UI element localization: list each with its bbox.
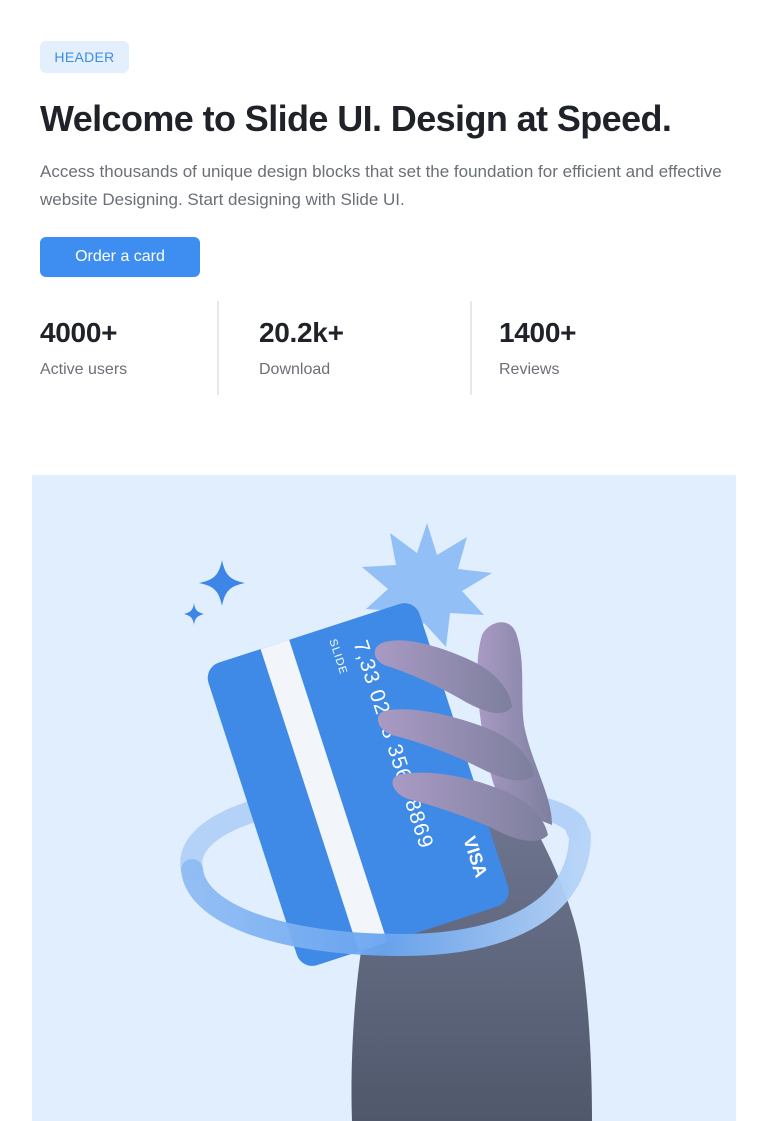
stat-label: Download	[259, 361, 331, 378]
stat-divider	[217, 301, 219, 395]
hero-illustration: SLIDE 7,33 0288 3564 8869 VISA	[32, 475, 736, 1121]
sparkle-icon	[199, 560, 245, 606]
stat-value: 4000+	[40, 317, 118, 348]
stat-label: Reviews	[499, 361, 560, 378]
hero-svg: SLIDE 7,33 0288 3564 8869 VISA	[180, 523, 592, 1121]
page: HEADER Welcome to Slide UI. Design at Sp…	[0, 0, 768, 1121]
stat-reviews: 1400+ Reviews	[499, 315, 576, 381]
stat-active-users: 4000+ Active users	[40, 315, 127, 381]
stat-value: 1400+	[499, 317, 577, 348]
page-description: Access thousands of unique design blocks…	[40, 162, 722, 209]
order-card-button[interactable]: Order a card	[40, 237, 200, 277]
sparkle-icon	[184, 603, 204, 625]
stat-downloads: 20.2k+ Download	[259, 315, 344, 381]
stat-divider	[470, 301, 472, 395]
stat-value: 20.2k+	[259, 317, 344, 348]
section-badge: HEADER	[40, 41, 129, 73]
page-title: Welcome to Slide UI. Design at Speed.	[40, 98, 672, 139]
stat-label: Active users	[40, 361, 128, 378]
